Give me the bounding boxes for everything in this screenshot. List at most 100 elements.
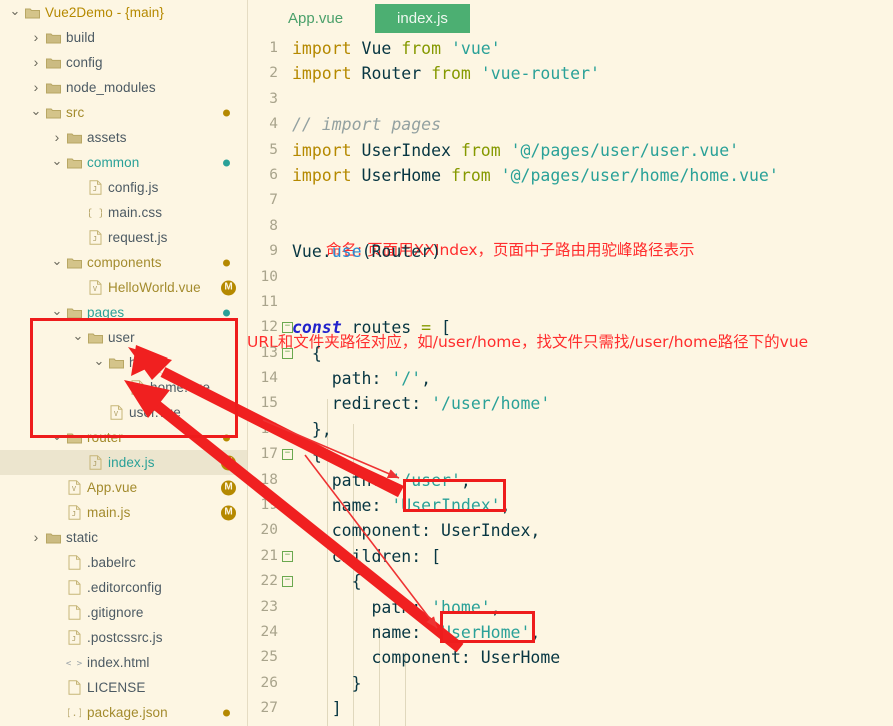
code-line[interactable]: 6 import UserHome from '@/pages/user/home… [248, 163, 893, 188]
code-line[interactable]: 19 name: 'UserIndex', [248, 493, 893, 518]
chevron-right-icon[interactable] [29, 55, 43, 70]
folder-open-icon [43, 107, 63, 119]
code-line[interactable]: 9 Vue.use(Router) [248, 239, 893, 264]
tree-item-static[interactable]: static [0, 525, 248, 550]
line-number: 2 [269, 65, 278, 82]
tree-item-app-vue[interactable]: V App.vue M [0, 475, 248, 500]
tree-item-assets[interactable]: assets [0, 125, 248, 150]
chevron-right-icon[interactable] [29, 30, 43, 45]
tree-item-label: App.vue [87, 480, 138, 495]
chevron-right-icon[interactable] [29, 80, 43, 95]
code-text: } [292, 671, 362, 696]
code-line[interactable]: 26 } [248, 671, 893, 696]
line-number: 6 [269, 166, 278, 183]
tree-item-index-js[interactable]: Jindex.js M [0, 450, 248, 475]
code-line[interactable]: 23 path: 'home', [248, 595, 893, 620]
code-area[interactable]: 命名: 页面用XXIndex，页面中子路由用驼峰路径表示 URL和文件夹路径对应… [248, 36, 893, 726]
tree-item-package-json[interactable]: [.] package.json [0, 700, 248, 725]
code-line[interactable]: 25 component: UserHome [248, 645, 893, 670]
tree-item-label: components [87, 255, 162, 270]
line-number: 27 [260, 700, 278, 717]
line-number: 22 [260, 573, 278, 590]
editor-tab-bar[interactable]: App.vue index.js [248, 0, 893, 36]
modified-badge-icon: M [221, 455, 236, 470]
chevron-down-icon[interactable] [8, 6, 22, 20]
code-line[interactable]: 21 children: [ [248, 544, 893, 569]
tree-item-license[interactable]: LICENSE [0, 675, 248, 700]
tree-item-label: Vue2Demo - {main} [45, 5, 165, 20]
tree-item-vue2demo-main[interactable]: Vue2Demo - {main} [0, 0, 248, 25]
code-line[interactable]: 16 }, [248, 417, 893, 442]
code-line[interactable]: 22 { [248, 569, 893, 594]
code-line[interactable]: 20 component: UserIndex, [248, 518, 893, 543]
code-text: import Router from 'vue-router' [292, 61, 600, 86]
code-line[interactable]: 8 [248, 214, 893, 239]
code-token: Router [371, 242, 432, 262]
tree-item-label: config.js [108, 180, 159, 195]
tree-item-request-js[interactable]: Jrequest.js [0, 225, 248, 250]
code-line[interactable]: 11 [248, 290, 893, 315]
code-text: }, [292, 417, 332, 442]
chevron-down-icon[interactable] [50, 156, 64, 170]
tree-item-gitignore[interactable]: .gitignore [0, 600, 248, 625]
vue-file-icon: V [64, 480, 84, 495]
editor-tab-index-js[interactable]: index.js [375, 3, 470, 33]
tree-item-editorconfig[interactable]: .editorconfig [0, 575, 248, 600]
code-line[interactable]: 15 redirect: '/user/home' [248, 391, 893, 416]
code-line[interactable]: 17 { [248, 442, 893, 467]
css-file-icon: { } [85, 205, 105, 220]
vcs-status-dot [223, 259, 230, 266]
tree-item-build[interactable]: build [0, 25, 248, 50]
chevron-right-icon[interactable] [50, 130, 64, 145]
code-line[interactable]: 24 name: 'UserHome', [248, 620, 893, 645]
code-line[interactable]: 12 const routes = [ [248, 315, 893, 340]
line-number: 17 [260, 446, 278, 463]
tree-item-index-html[interactable]: < > index.html [0, 650, 248, 675]
code-token: name: [292, 496, 392, 516]
editor-tab-app-vue[interactable]: App.vue [274, 5, 357, 32]
code-token: component: UserIndex, [292, 521, 541, 541]
tree-item-postcssrc-js[interactable]: J .postcssrc.js [0, 625, 248, 650]
tree-item-config[interactable]: config [0, 50, 248, 75]
tree-item-label: .postcssrc.js [87, 630, 163, 645]
chevron-right-icon[interactable] [29, 530, 43, 545]
code-token: // import pages [292, 115, 442, 135]
code-line[interactable]: 14 path: '/', [248, 366, 893, 391]
code-line[interactable]: 18 path: '/user', [248, 468, 893, 493]
tree-item-components[interactable]: components [0, 250, 248, 275]
editor-pane: App.vue index.js 命名: 页面用XXIndex，页面中子路由用驼峰… [248, 0, 893, 726]
tree-item-node-modules[interactable]: node_modules [0, 75, 248, 100]
tree-item-src[interactable]: src [0, 100, 248, 125]
chevron-down-icon[interactable] [29, 106, 43, 120]
code-text: { [292, 442, 322, 467]
line-number: 16 [260, 420, 278, 437]
code-line[interactable]: 4 // import pages [248, 112, 893, 137]
tree-item-main-css[interactable]: { } main.css [0, 200, 248, 225]
code-line[interactable]: 5 import UserIndex from '@/pages/user/use… [248, 138, 893, 163]
code-text: redirect: '/user/home' [292, 391, 551, 416]
highlight-box-pages-folder [30, 318, 238, 438]
tree-item-config-js[interactable]: Jconfig.js [0, 175, 248, 200]
code-line[interactable]: 1 import Vue from 'vue' [248, 36, 893, 61]
code-line[interactable]: 10 [248, 265, 893, 290]
code-line[interactable]: 3 [248, 87, 893, 112]
tree-item-common[interactable]: common [0, 150, 248, 175]
code-token: UserIndex [361, 140, 451, 160]
tree-item-babelrc[interactable]: .babelrc [0, 550, 248, 575]
code-line[interactable]: 2 import Router from 'vue-router' [248, 61, 893, 86]
code-line[interactable]: 7 [248, 188, 893, 213]
code-line[interactable]: 27 ] [248, 696, 893, 721]
code-line[interactable]: 13 { [248, 341, 893, 366]
tree-item-main-js[interactable]: Jmain.js M [0, 500, 248, 525]
code-token: { [292, 445, 322, 465]
tree-item-helloworld-vue[interactable]: V HelloWorld.vue M [0, 275, 248, 300]
code-token: . [321, 242, 332, 262]
code-token: import [292, 39, 352, 58]
line-number: 7 [269, 192, 278, 209]
chevron-down-icon[interactable] [50, 256, 64, 270]
